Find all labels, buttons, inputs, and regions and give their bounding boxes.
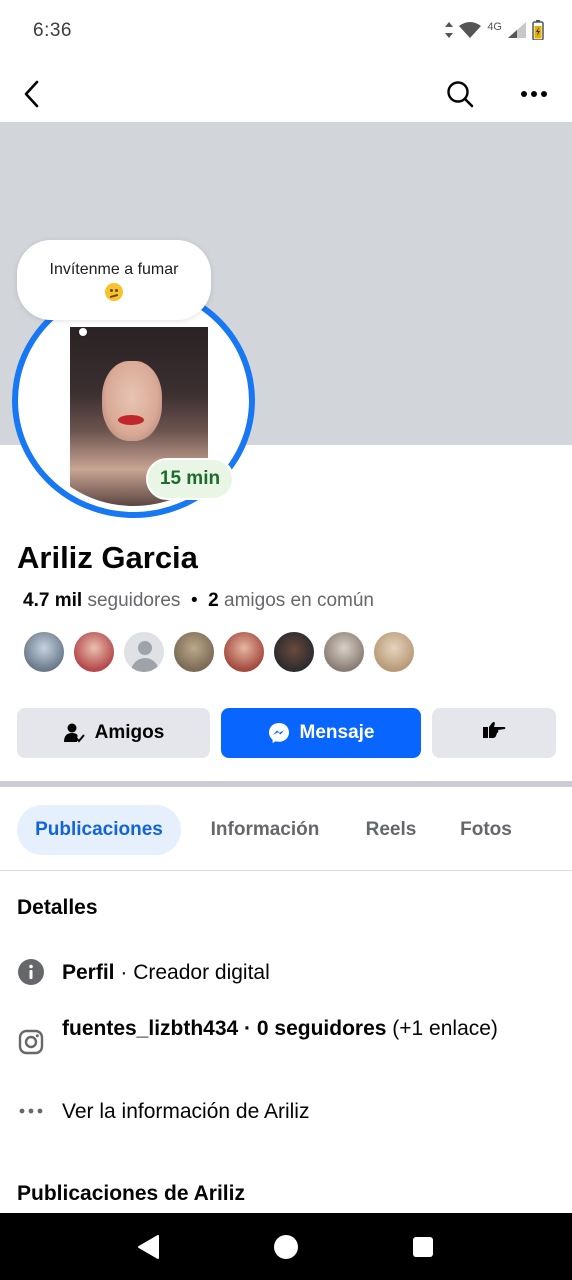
tab-reels[interactable]: Reels xyxy=(351,805,431,855)
followers-count[interactable]: 4.7 mil xyxy=(23,590,82,611)
avatar-lips xyxy=(118,415,144,425)
friend-avatar[interactable] xyxy=(322,630,366,674)
profile-actions: Amigos Mensaje xyxy=(17,708,556,758)
profile-tabs: Publicaciones Información Reels Fotos xyxy=(0,803,572,871)
status-icons: 4G xyxy=(445,20,544,40)
more-dots-icon xyxy=(17,1097,45,1125)
tab-fotos[interactable]: Fotos xyxy=(448,805,524,855)
message-button[interactable]: Mensaje xyxy=(221,708,421,758)
friend-avatar-placeholder[interactable] xyxy=(122,630,166,674)
friend-avatar[interactable] xyxy=(72,630,116,674)
network-type: 4G xyxy=(487,21,502,33)
system-back-button[interactable] xyxy=(134,1233,162,1261)
details-title: Detalles xyxy=(17,896,98,919)
note-text: Invítenme a fumar xyxy=(49,261,179,278)
profile-type-value: · Creador digital xyxy=(114,961,270,984)
system-nav-bar xyxy=(0,1213,572,1280)
profile-note[interactable]: Invítenme a fumar xyxy=(17,240,211,320)
friends-button-label: Amigos xyxy=(94,722,165,743)
friend-avatar[interactable] xyxy=(222,630,266,674)
more-options-button[interactable] xyxy=(512,72,556,116)
confused-face-emoji-icon xyxy=(105,283,123,301)
detail-profile-type: Perfil · Creador digital xyxy=(17,958,270,987)
friend-avatar[interactable] xyxy=(372,630,416,674)
profile-name: Ariliz Garcia xyxy=(17,540,198,575)
friend-avatar[interactable] xyxy=(172,630,216,674)
signal-icon xyxy=(508,22,526,38)
detail-instagram[interactable]: fuentes_lizbth434 · 0 seguidores (+1 enl… xyxy=(17,1014,517,1056)
system-home-button[interactable] xyxy=(272,1233,300,1261)
search-button[interactable] xyxy=(438,72,482,116)
more-dots-icon xyxy=(521,91,547,97)
friend-avatar[interactable] xyxy=(22,630,66,674)
wifi-icon xyxy=(459,22,482,38)
instagram-extra-links[interactable]: (+1 enlace) xyxy=(386,1017,498,1040)
profile-type-label: Perfil xyxy=(62,961,115,984)
search-icon xyxy=(447,81,474,108)
tab-publicaciones[interactable]: Publicaciones xyxy=(17,805,181,855)
system-recents-button[interactable] xyxy=(409,1233,437,1261)
mutual-friends-count[interactable]: 2 xyxy=(208,590,219,611)
instagram-handle[interactable]: fuentes_lizbth434 · 0 seguidores xyxy=(62,1017,386,1040)
mutual-friends-row xyxy=(22,630,422,674)
data-arrows-icon xyxy=(445,22,454,38)
messenger-icon xyxy=(268,722,290,744)
info-icon xyxy=(17,958,45,986)
message-button-label: Mensaje xyxy=(299,722,375,743)
back-arrow-icon xyxy=(24,80,39,108)
mutual-friends-label[interactable]: amigos en común xyxy=(224,590,374,611)
detail-see-more[interactable]: Ver la información de Ariliz xyxy=(17,1097,309,1126)
instagram-icon xyxy=(17,1028,45,1056)
circle-home-icon xyxy=(274,1235,298,1259)
separator-dot: • xyxy=(185,590,203,611)
friend-avatar[interactable] xyxy=(272,630,316,674)
triangle-back-icon xyxy=(138,1235,159,1259)
note-tail-dot xyxy=(79,328,87,336)
section-divider xyxy=(0,781,572,787)
followers-label[interactable]: seguidores xyxy=(87,590,180,611)
friends-button[interactable]: Amigos xyxy=(17,708,210,758)
status-bar: 6:36 4G xyxy=(0,0,572,64)
battery-icon xyxy=(532,20,544,40)
see-more-info-label: Ver la información de Ariliz xyxy=(62,1100,310,1123)
posts-section-title: Publicaciones de Ariliz xyxy=(17,1182,245,1205)
friend-check-icon xyxy=(63,722,85,744)
poke-button[interactable] xyxy=(432,708,556,758)
square-recents-icon xyxy=(413,1237,433,1257)
status-time: 6:36 xyxy=(33,20,72,41)
avatar-face xyxy=(102,361,162,441)
profile-stats: 4.7 mil seguidores • 2 amigos en común xyxy=(23,590,374,612)
poke-hand-icon xyxy=(482,720,506,746)
back-button[interactable] xyxy=(10,72,54,116)
top-nav xyxy=(0,64,572,122)
tab-informacion[interactable]: Información xyxy=(197,805,333,855)
story-time-badge: 15 min xyxy=(146,458,234,500)
